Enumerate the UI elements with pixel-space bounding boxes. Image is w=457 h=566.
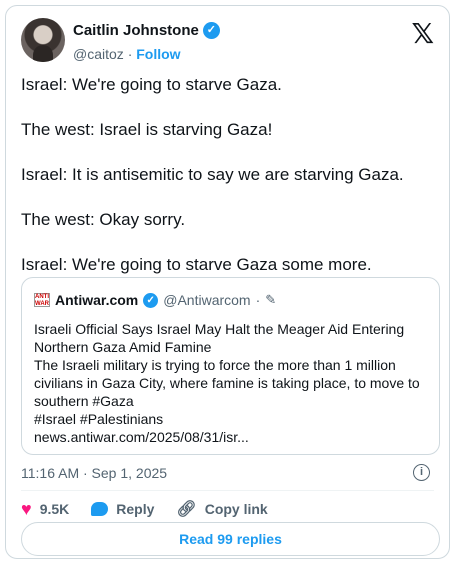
quoted-author-name[interactable]: Antiwar.com — [55, 292, 138, 308]
author-handle[interactable]: @caitoz — [73, 46, 124, 62]
info-icon[interactable]: i — [413, 464, 430, 481]
quoted-tweet[interactable]: ANTI WAR Antiwar.com ✓ @Antiwarcom · ✎ I… — [21, 277, 440, 455]
pencil-icon: ✎ — [265, 292, 277, 307]
author-name[interactable]: Caitlin Johnstone — [73, 22, 199, 39]
copy-link-button[interactable]: 🔗︎ Copy link — [176, 499, 267, 519]
verified-badge-icon: ✓ — [143, 292, 159, 308]
verified-badge-icon: ✓ — [202, 22, 220, 39]
tweet-line: Israel: It is antisemitic to say we are … — [21, 165, 404, 184]
timestamp-row: 11:16 AM · Sep 1, 2025 i — [21, 462, 434, 484]
timestamp[interactable]: 11:16 AM · Sep 1, 2025 — [21, 465, 167, 481]
heart-icon: ♥ — [21, 499, 32, 519]
quoted-line: southern #Gaza — [34, 393, 134, 409]
tweet-line: Israel: We're going to starve Gaza. — [21, 75, 282, 94]
divider — [21, 490, 434, 491]
tweet-header: Caitlin Johnstone ✓ @caitoz · Follow 𝕏 — [21, 18, 434, 64]
link-icon: 🔗︎ — [176, 501, 197, 518]
reply-bubble-icon — [91, 502, 109, 516]
quoted-line: civilians in Gaza City, where famine is … — [34, 375, 420, 391]
reply-label: Reply — [116, 501, 155, 517]
separator: · — [127, 46, 133, 62]
reply-button[interactable]: Reply — [91, 501, 154, 517]
tweet-line: The west: Okay sorry. — [21, 210, 186, 229]
quoted-line: Northern Gaza Amid Famine — [34, 339, 212, 355]
quoted-line: The Israeli military is trying to force … — [34, 357, 396, 373]
follow-button[interactable]: Follow — [136, 46, 180, 62]
tweet-text: Israel: We're going to starve Gaza. The … — [21, 74, 436, 299]
x-logo-icon[interactable]: 𝕏 — [411, 20, 434, 48]
quoted-line: Israeli Official Says Israel May Halt th… — [34, 321, 405, 337]
quoted-link[interactable]: news.antiwar.com/2025/08/31/isr... — [34, 428, 429, 446]
author-name-row: Caitlin Johnstone ✓ — [73, 22, 220, 39]
action-bar: ♥ 9.5K Reply 🔗︎ Copy link — [21, 496, 434, 522]
read-replies-button[interactable]: Read 99 replies — [21, 522, 440, 556]
like-button[interactable]: ♥ 9.5K — [21, 500, 69, 518]
tweet-line: Israel: We're going to starve Gaza some … — [21, 255, 372, 274]
author-handle-row: @caitoz · Follow — [73, 46, 181, 62]
antiwar-logo: ANTI WAR — [34, 293, 50, 307]
quoted-tweet-text: Israeli Official Says Israel May Halt th… — [34, 320, 429, 446]
tweet-card: Caitlin Johnstone ✓ @caitoz · Follow 𝕏 I… — [5, 5, 450, 559]
avatar[interactable] — [21, 18, 65, 62]
tweet-line: The west: Israel is starving Gaza! — [21, 120, 273, 139]
quoted-line: #Israel #Palestinians — [34, 411, 164, 427]
copy-link-label: Copy link — [204, 501, 268, 517]
like-count: 9.5K — [39, 501, 70, 517]
separator: · — [255, 292, 261, 308]
quoted-tweet-header: ANTI WAR Antiwar.com ✓ @Antiwarcom · ✎ — [34, 292, 276, 308]
quoted-author-handle[interactable]: @Antiwarcom — [163, 292, 250, 308]
